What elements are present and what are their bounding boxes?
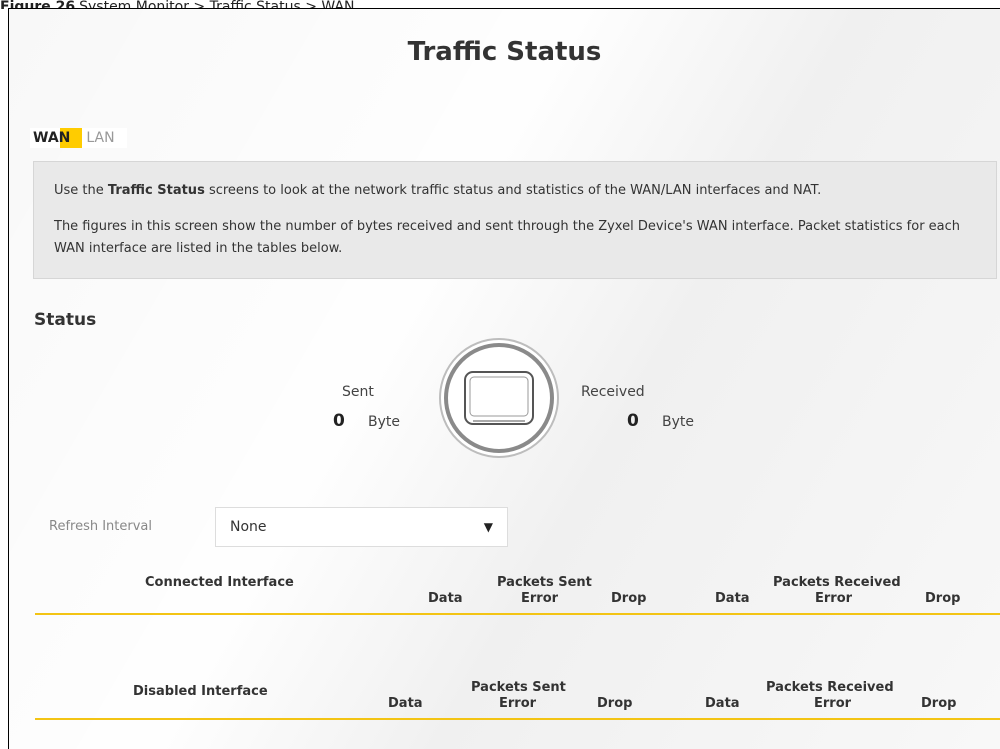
info-paragraph-1: Use the Traffic Status screens to look a… [54,183,822,198]
col-sent-drop: Drop [597,696,633,711]
chevron-down-icon: ▼ [483,520,493,534]
col-received-data: Data [705,696,740,711]
tab-bar: WAN LAN [30,128,127,148]
disabled-interface-table: Disabled Interface Packets Sent Packets … [35,680,1000,720]
refresh-interval-value: None [230,519,267,535]
connected-interface-header: Connected Interface [145,575,294,590]
packets-received-header: Packets Received [766,680,894,695]
col-received-error: Error [815,591,853,606]
packets-sent-header: Packets Sent [471,680,566,695]
col-received-drop: Drop [925,591,961,606]
tab-wan[interactable]: WAN [30,128,83,148]
received-unit: Byte [662,414,694,430]
col-sent-error: Error [499,696,537,711]
col-received-drop: Drop [921,696,957,711]
table-divider [35,718,1000,720]
refresh-interval-label: Refresh Interval [49,519,153,534]
sent-label: Sent [342,384,374,400]
disabled-interface-header: Disabled Interface [133,684,268,699]
col-received-error: Error [814,696,852,711]
router-device-icon [439,338,559,458]
received-label: Received [581,384,645,400]
col-sent-drop: Drop [611,591,647,606]
tab-lan[interactable]: LAN [82,128,127,148]
col-sent-data: Data [388,696,423,711]
sent-value: 0 [333,411,345,431]
col-received-data: Data [715,591,750,606]
info-box: Use the Traffic Status screens to look a… [33,161,997,279]
sent-unit: Byte [368,414,400,430]
info-paragraph-2: The figures in this screen show the numb… [54,219,961,256]
packets-sent-header: Packets Sent [497,575,592,590]
packets-received-header: Packets Received [773,575,901,590]
status-heading: Status [34,310,97,330]
info-bold-term: Traffic Status [107,183,205,198]
table-divider [35,613,1000,615]
col-sent-data: Data [428,591,463,606]
col-sent-error: Error [521,591,559,606]
connected-interface-table: Connected Interface Packets Sent Packets… [35,575,1000,615]
page-title: Traffic Status [407,37,602,67]
traffic-status-panel: Traffic Status WAN LAN Use the Traffic S… [8,8,1000,749]
received-value: 0 [627,411,639,431]
refresh-interval-select[interactable]: None ▼ [215,507,508,547]
